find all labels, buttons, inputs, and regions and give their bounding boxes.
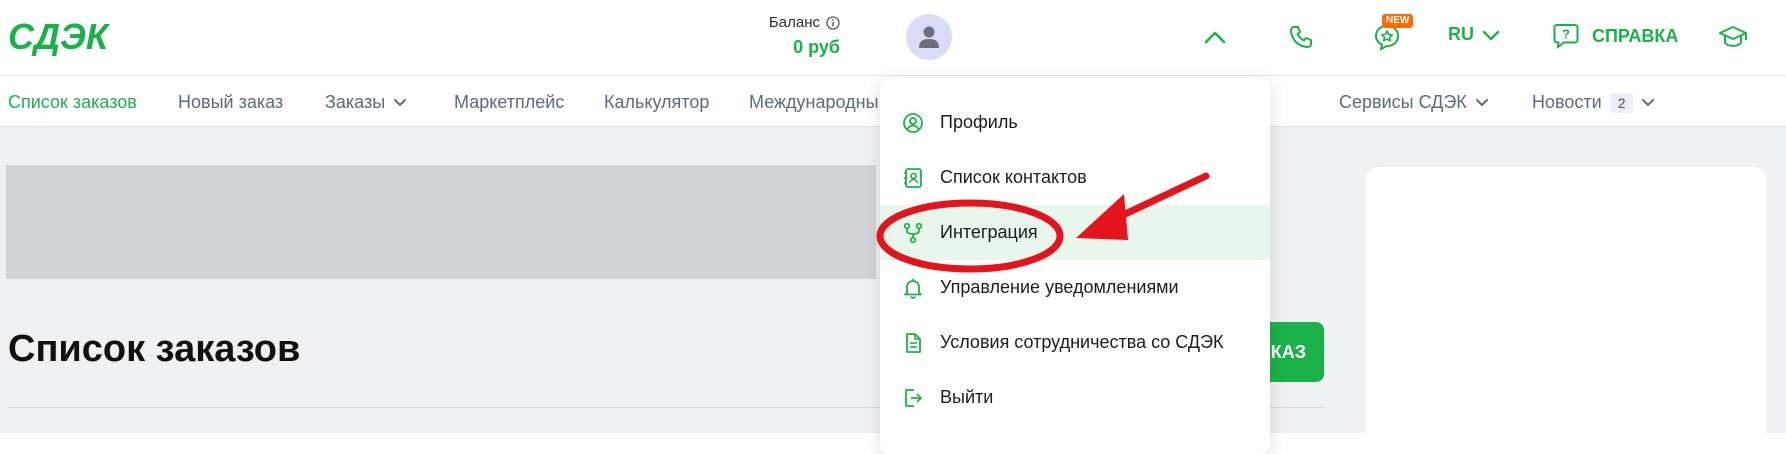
menu-item-integration[interactable]: Интеграция	[880, 205, 1270, 260]
contacts-icon	[904, 167, 922, 188]
chevron-up-button[interactable]	[1200, 22, 1230, 52]
education-button[interactable]	[1718, 22, 1748, 52]
nav-item-calculator[interactable]: Калькулятор	[604, 92, 709, 113]
menu-item-label: Интеграция	[940, 222, 1038, 242]
chevron-down-icon	[1475, 98, 1488, 106]
nav-item-label: Новости	[1532, 92, 1602, 112]
chevron-down-icon	[1482, 30, 1500, 40]
chevron-up-icon	[1204, 31, 1226, 44]
language-selector[interactable]: RU	[1448, 24, 1500, 45]
info-icon[interactable]	[826, 15, 840, 30]
balance-label: Баланс	[768, 14, 820, 31]
help-link[interactable]: ? СПРАВКА	[1552, 22, 1678, 50]
news-count-badge: 2	[1609, 92, 1634, 113]
language-label: RU	[1448, 24, 1474, 44]
nav-item-label: Калькулятор	[604, 92, 710, 112]
menu-item-notifications[interactable]: Управление уведомлениями	[880, 260, 1270, 315]
menu-item-label: Управление уведомлениями	[940, 277, 1179, 297]
menu-item-logout[interactable]: Выйти	[880, 370, 1270, 425]
menu-item-label: Выйти	[940, 387, 994, 407]
document-icon	[906, 332, 921, 353]
menu-item-label: Список контактов	[940, 167, 1087, 187]
phone-button[interactable]	[1286, 22, 1316, 52]
menu-item-label: Условия сотрудничества со СДЭК	[940, 332, 1224, 352]
svg-text:?: ?	[1562, 27, 1570, 42]
bell-icon	[904, 278, 922, 299]
user-icon	[919, 26, 939, 48]
logo-text: СДЭК	[8, 16, 111, 56]
balance-block: Баланс 0 руб	[760, 14, 840, 58]
nav-item-cdek-services[interactable]: Сервисы СДЭК	[1339, 92, 1489, 113]
new-badge: NEW	[1382, 14, 1414, 28]
help-label: СПРАВКА	[1592, 25, 1679, 46]
menu-item-profile[interactable]: Профиль	[880, 95, 1270, 150]
nav-item-label: Сервисы СДЭК	[1339, 92, 1467, 112]
cdek-logo[interactable]: СДЭК	[8, 16, 120, 56]
balance-value: 0 руб	[793, 37, 840, 57]
integration-icon	[903, 222, 923, 243]
app-root: СДЭК Баланс 0 руб NEW RU ? СПРАВКА Списо…	[0, 0, 1786, 454]
phone-icon	[1290, 26, 1312, 48]
menu-item-label: Профиль	[940, 112, 1018, 132]
chevron-down-icon	[1642, 98, 1655, 106]
nav-item-orders[interactable]: Заказы	[325, 92, 407, 113]
nav-item-news[interactable]: Новости 2	[1532, 92, 1655, 113]
nav-item-marketplace[interactable]: Маркетплейс	[454, 92, 564, 113]
banner-placeholder	[6, 165, 876, 279]
menu-item-contacts[interactable]: Список контактов	[880, 150, 1270, 205]
top-header: СДЭК Баланс 0 руб NEW RU ? СПРАВКА	[0, 0, 1786, 76]
nav-item-label: Маркетплейс	[454, 92, 565, 112]
nav-item-new-order[interactable]: Новый заказ	[178, 92, 283, 113]
nav-item-label: Список заказов	[8, 92, 137, 112]
chevron-down-icon	[394, 98, 407, 106]
nav-item-label: Заказы	[325, 92, 386, 112]
side-card	[1366, 167, 1766, 454]
nav-item-label: Новый заказ	[178, 92, 284, 112]
page-title: Список заказов	[8, 328, 301, 370]
logout-icon	[905, 388, 922, 407]
nav-item-label: Международны	[749, 92, 879, 112]
help-chat-icon: ?	[1553, 24, 1579, 50]
nav-item-orders-list[interactable]: Список заказов	[8, 92, 137, 113]
profile-icon	[903, 112, 923, 133]
graduation-cap-icon	[1719, 26, 1747, 48]
new-order-button-label: КАЗ	[1270, 341, 1306, 362]
menu-item-terms[interactable]: Условия сотрудничества со СДЭК	[880, 315, 1270, 370]
avatar[interactable]	[906, 14, 952, 60]
profile-dropdown-menu: Профиль Список контактов Интеграция Упра…	[880, 78, 1270, 454]
nav-item-international[interactable]: Международны	[749, 92, 879, 113]
